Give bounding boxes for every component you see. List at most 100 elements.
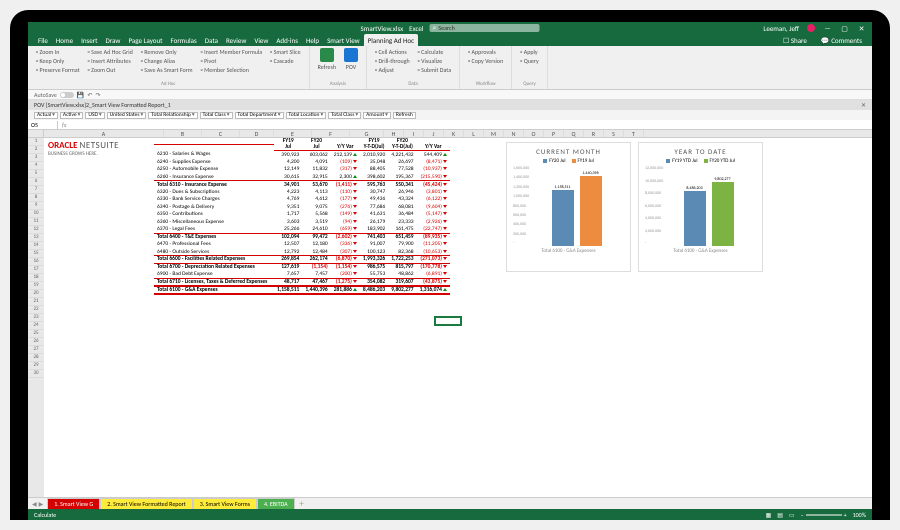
ribbon-btn-zoom-in[interactable]: ▫ Zoom In bbox=[34, 48, 82, 56]
col-header[interactable]: H bbox=[384, 130, 404, 137]
ribbon-btn-preserve-format[interactable]: ▫ Preserve Format bbox=[34, 66, 82, 74]
view-pagebreak-icon[interactable]: ▭ bbox=[789, 511, 795, 519]
row-header[interactable]: 8 bbox=[28, 194, 44, 202]
ribbon-btn-cell-actions[interactable]: ▫ Cell Actions bbox=[373, 48, 412, 56]
col-header[interactable]: M bbox=[484, 130, 504, 137]
comments-button[interactable]: 💬 Comments bbox=[817, 34, 866, 47]
col-header[interactable]: Q bbox=[564, 130, 584, 137]
table-row[interactable]: 6470 - Professional Fees12,50712,180(336… bbox=[154, 241, 450, 249]
zoom-in-icon[interactable]: + bbox=[844, 511, 847, 519]
col-header[interactable]: K bbox=[444, 130, 464, 137]
ribbon-btn-approvals[interactable]: ▫ Approvals bbox=[466, 48, 505, 56]
col-header[interactable]: J bbox=[424, 130, 444, 137]
ribbon-btn-adjust[interactable]: ▫ Adjust bbox=[373, 66, 412, 74]
row-header[interactable]: 3 bbox=[28, 154, 44, 162]
maximize-button[interactable]: ▢ bbox=[840, 24, 849, 33]
name-box[interactable]: O5 bbox=[28, 121, 58, 129]
row-header[interactable]: 16 bbox=[28, 258, 44, 266]
col-header[interactable]: D bbox=[240, 130, 274, 137]
table-row[interactable]: 6480 - Outside Services12,79212,484(307)… bbox=[154, 248, 450, 256]
ribbon-btn-pivot[interactable]: ▫ Pivot bbox=[199, 57, 265, 65]
row-header[interactable]: 27 bbox=[28, 346, 44, 354]
pov-close-icon[interactable]: ✕ bbox=[861, 101, 866, 109]
row-header[interactable]: 15 bbox=[28, 250, 44, 258]
ribbon-btn-remove-only[interactable]: ▫ Remove Only bbox=[139, 48, 195, 56]
add-sheet-button[interactable]: ＋ bbox=[295, 499, 309, 508]
col-header[interactable]: N bbox=[504, 130, 524, 137]
menu-tab-insert[interactable]: Insert bbox=[77, 34, 101, 47]
sheet-tab[interactable]: 4. EBITDA bbox=[257, 498, 295, 510]
minimize-button[interactable]: — bbox=[823, 24, 832, 33]
fx-icon[interactable]: fx bbox=[58, 121, 70, 129]
row-header[interactable]: 18 bbox=[28, 274, 44, 282]
table-row[interactable]: 6320 - Dues & Subscriptions4,2234,113(11… bbox=[154, 188, 450, 196]
ribbon-btn-cascade[interactable]: ▫ Cascade bbox=[268, 57, 302, 65]
sheet-tab[interactable]: 3. Smart View Forms bbox=[193, 498, 257, 510]
undo-icon[interactable]: ↶ bbox=[87, 91, 92, 99]
col-header[interactable]: I bbox=[404, 130, 424, 137]
col-header[interactable]: O bbox=[524, 130, 544, 137]
sheet-tab[interactable]: 1. Smart View G bbox=[47, 498, 100, 510]
filter-chip-active[interactable]: Active▾ bbox=[60, 112, 84, 119]
ribbon-btn-visualize[interactable]: ▫ Visualize bbox=[416, 57, 453, 65]
menu-tab-add-ins[interactable]: Add-ins bbox=[272, 34, 302, 47]
ribbon-btn-calculate[interactable]: ▫ Calculate bbox=[416, 48, 453, 56]
col-header[interactable]: G bbox=[350, 130, 384, 137]
row-header[interactable]: 20 bbox=[28, 290, 44, 298]
table-row[interactable]: 6250 - Automobile Expense12,14911,832(31… bbox=[154, 166, 450, 174]
ribbon-btn-insert-member-formula[interactable]: ▫ Insert Member Formula bbox=[199, 48, 265, 56]
filter-chip-refresh[interactable]: Refresh bbox=[393, 112, 416, 119]
row-header[interactable]: 14 bbox=[28, 242, 44, 250]
col-header[interactable]: B bbox=[164, 130, 202, 137]
filter-chip-total-department[interactable]: Total Department▾ bbox=[235, 112, 284, 119]
table-row[interactable]: 6340 - Postage & Delivery9,3519,075(276)… bbox=[154, 203, 450, 211]
sheet-next-icon[interactable]: ▶ bbox=[39, 500, 44, 508]
sheet-prev-icon[interactable]: ◀ bbox=[32, 500, 37, 508]
col-header[interactable]: L bbox=[464, 130, 484, 137]
search-box[interactable]: ⌕ Search bbox=[429, 24, 539, 32]
row-header[interactable]: 13 bbox=[28, 234, 44, 242]
row-header[interactable]: 26 bbox=[28, 338, 44, 346]
col-header[interactable]: S bbox=[604, 130, 624, 137]
table-row[interactable]: Total 6310 - Insurance Expense34,90153,6… bbox=[154, 181, 450, 189]
col-header[interactable]: A bbox=[44, 130, 164, 137]
ribbon-btn-keep-only[interactable]: ▫ Keep Only bbox=[34, 57, 82, 65]
table-row[interactable]: 6350 - Contributions1,7175,568(149)41,63… bbox=[154, 211, 450, 219]
menu-tab-help[interactable]: Help bbox=[302, 34, 323, 47]
menu-tab-page-layout[interactable]: Page Layout bbox=[124, 34, 166, 47]
table-row[interactable]: Total 6400 - T&E Expenses102,09499,472(2… bbox=[154, 233, 450, 241]
menu-tab-file[interactable]: File bbox=[34, 34, 52, 47]
table-row[interactable]: 6900 - Bad Debt Expense7,6577,457(200)55… bbox=[154, 271, 450, 279]
row-header[interactable]: 24 bbox=[28, 322, 44, 330]
ribbon-btn-change-alias[interactable]: ▫ Change Alias bbox=[139, 57, 195, 65]
row-header[interactable]: 5 bbox=[28, 170, 44, 178]
col-header[interactable]: P bbox=[544, 130, 564, 137]
close-button[interactable]: ✕ bbox=[857, 24, 866, 33]
col-header[interactable]: T bbox=[624, 130, 644, 137]
filter-chip-amount[interactable]: Amount▾ bbox=[363, 112, 391, 119]
menu-tab-smart-view[interactable]: Smart View bbox=[323, 34, 364, 47]
table-row[interactable]: 6210 - Salaries & Wages390,923603,062212… bbox=[154, 151, 450, 159]
row-header[interactable]: 1 bbox=[28, 138, 44, 146]
table-row[interactable]: Total 6100 - G&A Expenses1,158,5111,440,… bbox=[154, 286, 450, 294]
ribbon-btn-save-ad-hoc-grid[interactable]: ▫ Save Ad Hoc Grid bbox=[86, 48, 135, 56]
ribbon-btn-copy-version[interactable]: ▫ Copy Version bbox=[466, 57, 505, 65]
filter-chip-total-class[interactable]: Total Class▾ bbox=[328, 112, 361, 119]
view-page-icon[interactable]: ▤ bbox=[777, 511, 783, 519]
table-row[interactable]: 6370 - Legal Fees25,26624,610(659)183,90… bbox=[154, 226, 450, 234]
ribbon-btn-submit-data[interactable]: ▫ Submit Data bbox=[416, 66, 453, 74]
col-header[interactable]: F bbox=[312, 130, 350, 137]
user-name[interactable]: Leeman, Jeff bbox=[763, 24, 799, 33]
ribbon-btn-drill-through[interactable]: ▫ Drill-through bbox=[373, 57, 412, 65]
filter-chip-total-class[interactable]: Total Class▾ bbox=[200, 112, 233, 119]
filter-chip-actual[interactable]: Actual▾ bbox=[34, 112, 58, 119]
row-header[interactable]: 2 bbox=[28, 146, 44, 154]
filter-chip-total-relationship[interactable]: Total Relationship▾ bbox=[148, 112, 197, 119]
row-header[interactable]: 4 bbox=[28, 162, 44, 170]
grid[interactable]: 1234567891011121314151617181920212223242… bbox=[28, 138, 872, 497]
zoom-slider[interactable]: − + bbox=[801, 511, 847, 519]
col-header[interactable]: C bbox=[202, 130, 240, 137]
ribbon-btn-pov[interactable]: POV bbox=[342, 48, 360, 71]
save-icon[interactable]: 💾 bbox=[77, 91, 84, 99]
row-header[interactable]: 30 bbox=[28, 370, 44, 378]
